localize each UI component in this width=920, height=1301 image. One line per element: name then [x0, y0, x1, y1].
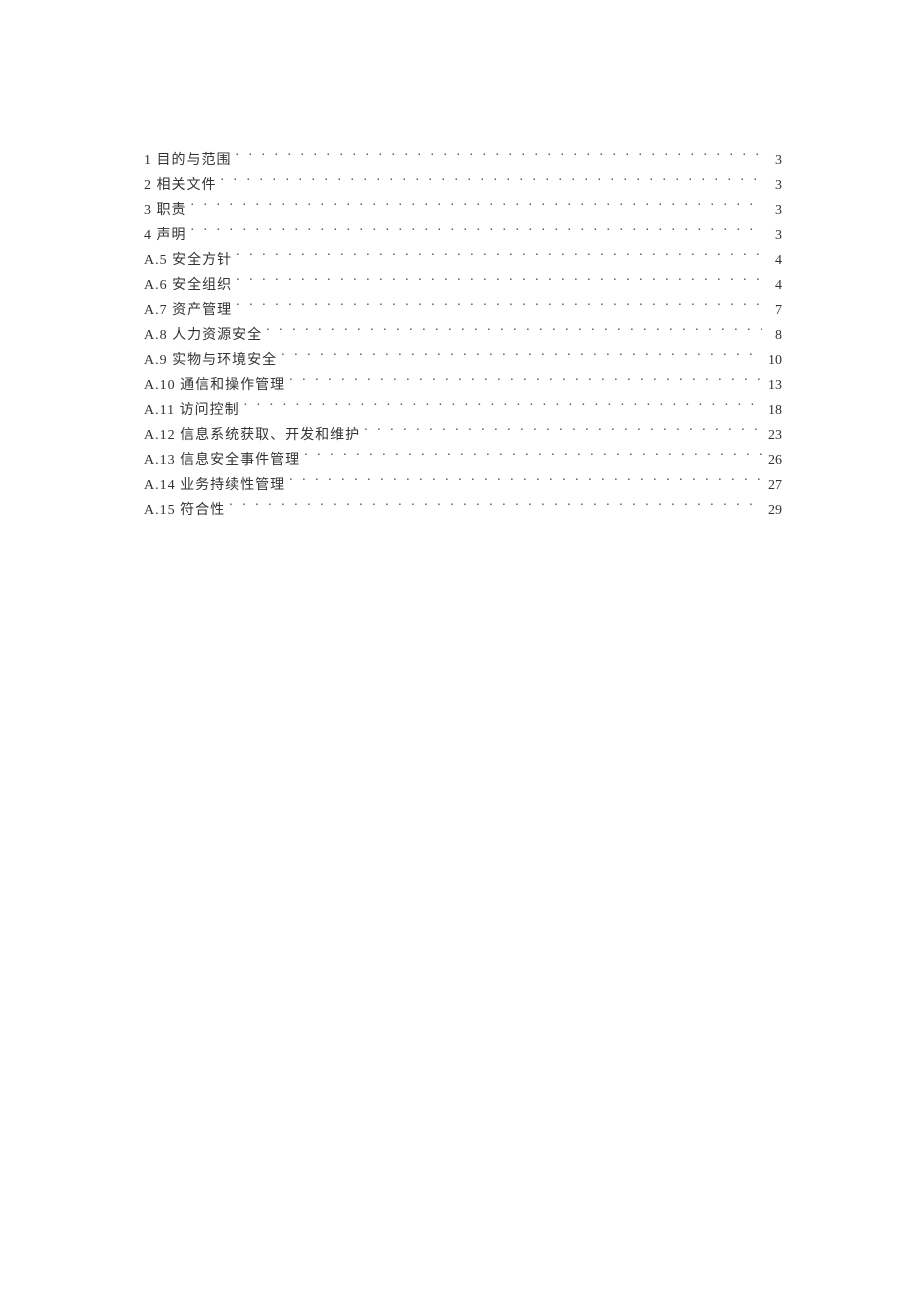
toc-entry-label: A.9 实物与环境安全 [144, 348, 277, 373]
toc-entry-page: 18 [766, 398, 782, 423]
toc-entry: A.8 人力资源安全 8 [144, 323, 782, 348]
toc-entry: A.7 资产管理 7 [144, 298, 782, 323]
toc-entry: A.11 访问控制 18 [144, 398, 782, 423]
toc-leader-dots [191, 225, 763, 239]
toc-entry: A.15 符合性 29 [144, 498, 782, 523]
toc-entry: 1 目的与范围 3 [144, 148, 782, 173]
toc-leader-dots [229, 500, 762, 514]
toc-entry: A.12 信息系统获取、开发和维护 23 [144, 423, 782, 448]
toc-entry-page: 13 [766, 373, 782, 398]
toc-entry-page: 23 [766, 423, 782, 448]
toc-leader-dots [244, 400, 762, 414]
toc-entry-page: 26 [766, 448, 782, 473]
toc-entry-label: A.13 信息安全事件管理 [144, 448, 300, 473]
toc-leader-dots [236, 150, 763, 164]
toc-leader-dots [236, 250, 762, 264]
toc-leader-dots [281, 350, 762, 364]
toc-leader-dots [364, 425, 762, 439]
toc-entry: 3 职责 3 [144, 198, 782, 223]
toc-leader-dots [289, 475, 762, 489]
toc-entry-label: 1 目的与范围 [144, 148, 232, 173]
toc-entry-page: 8 [766, 323, 782, 348]
toc-entry-label: 2 相关文件 [144, 173, 217, 198]
toc-entry-label: 3 职责 [144, 198, 187, 223]
toc-entry-label: A.6 安全组织 [144, 273, 232, 298]
toc-entry-page: 27 [766, 473, 782, 498]
toc-leader-dots [266, 325, 762, 339]
toc-entry-label: A.8 人力资源安全 [144, 323, 262, 348]
toc-entry: A.6 安全组织 4 [144, 273, 782, 298]
table-of-contents: 1 目的与范围 3 2 相关文件 3 3 职责 3 4 声明 3 A.5 安全方… [144, 148, 782, 523]
toc-leader-dots [191, 200, 763, 214]
toc-leader-dots [236, 275, 762, 289]
toc-leader-dots [304, 450, 762, 464]
toc-entry-label: 4 声明 [144, 223, 187, 248]
toc-entry: A.14 业务持续性管理 27 [144, 473, 782, 498]
toc-entry-label: A.12 信息系统获取、开发和维护 [144, 423, 360, 448]
toc-entry: 2 相关文件 3 [144, 173, 782, 198]
toc-entry-page: 10 [766, 348, 782, 373]
toc-entry-label: A.10 通信和操作管理 [144, 373, 285, 398]
toc-entry-page: 4 [766, 273, 782, 298]
toc-entry-label: A.11 访问控制 [144, 398, 240, 423]
toc-entry: A.9 实物与环境安全 10 [144, 348, 782, 373]
toc-leader-dots [236, 300, 762, 314]
toc-entry: A.5 安全方针 4 [144, 248, 782, 273]
toc-entry: A.10 通信和操作管理 13 [144, 373, 782, 398]
toc-entry-page: 3 [766, 223, 782, 248]
toc-entry: A.13 信息安全事件管理 26 [144, 448, 782, 473]
toc-entry-label: A.5 安全方针 [144, 248, 232, 273]
toc-entry-page: 3 [766, 198, 782, 223]
toc-leader-dots [221, 175, 763, 189]
toc-entry-page: 3 [766, 173, 782, 198]
toc-entry-page: 29 [766, 498, 782, 523]
toc-entry-page: 4 [766, 248, 782, 273]
toc-entry: 4 声明 3 [144, 223, 782, 248]
toc-entry-page: 3 [766, 148, 782, 173]
toc-entry-label: A.7 资产管理 [144, 298, 232, 323]
toc-entry-page: 7 [766, 298, 782, 323]
toc-entry-label: A.14 业务持续性管理 [144, 473, 285, 498]
toc-leader-dots [289, 375, 762, 389]
toc-entry-label: A.15 符合性 [144, 498, 225, 523]
